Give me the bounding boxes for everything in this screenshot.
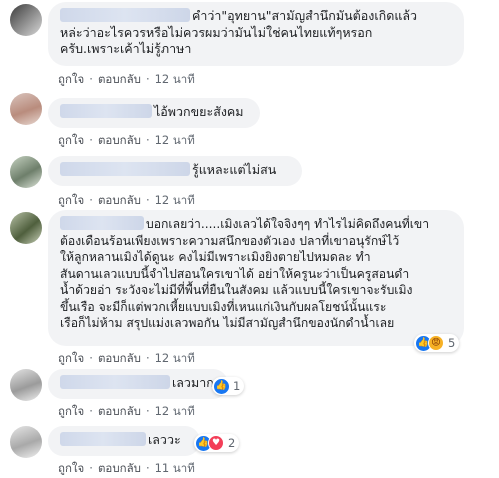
author-name[interactable]	[60, 104, 152, 118]
comment-4: บอกเลยว่า.....เมิงเลวได้ใจจิงๆๆ ทำไรไม่ค…	[0, 208, 499, 365]
avatar[interactable]	[10, 156, 42, 188]
comment-actions: ถูกใจ · ตอบกลับ · 12 นาที	[58, 72, 195, 86]
comment-text-line: น้ำด้วยอ่า ระวังจะไม่มีที่พื้นที่ยืนในสั…	[60, 283, 413, 297]
comment-6: เลววะ 👍 ♥ 2 ถูกใจ · ตอบกลับ · 11 นาที	[0, 420, 499, 477]
author-name[interactable]	[60, 432, 146, 446]
like-link[interactable]: ถูกใจ	[58, 404, 84, 418]
comment-5: เลวมาก 👍 1 ถูกใจ · ตอบกลับ · 12 นาที	[0, 365, 499, 420]
comment-text-line: บอกเลยว่า.....เมิงเลวได้ใจจิงๆๆ ทำไรไม่ค…	[146, 217, 430, 231]
author-name[interactable]	[60, 216, 144, 230]
reaction-summary[interactable]: 👍 1	[212, 377, 245, 395]
like-link[interactable]: ถูกใจ	[58, 461, 84, 475]
comment-actions: ถูกใจ · ตอบกลับ · 11 นาที	[58, 461, 195, 475]
avatar[interactable]	[10, 93, 42, 125]
comment-bubble: บอกเลยว่า.....เมิงเลวได้ใจจิงๆๆ ทำไรไม่ค…	[48, 210, 464, 346]
comment-bubble: เลวมาก	[48, 369, 228, 399]
avatar[interactable]	[10, 212, 42, 244]
like-link[interactable]: ถูกใจ	[58, 133, 84, 147]
comment-text: ไอ้พวกขยะสังคม	[154, 104, 244, 119]
comment-bubble: เลววะ	[48, 426, 200, 456]
reaction-count: 1	[233, 379, 241, 393]
comment-text: เลวมาก	[172, 375, 214, 390]
timestamp[interactable]: 12 นาที	[155, 133, 195, 147]
comment-actions: ถูกใจ · ตอบกลับ · 12 นาที	[58, 404, 195, 418]
avatar[interactable]	[10, 369, 42, 401]
avatar[interactable]	[10, 426, 42, 458]
reply-link[interactable]: ตอบกลับ	[98, 404, 141, 418]
reply-link[interactable]: ตอบกลับ	[98, 351, 141, 365]
comment-1: คำว่า"อุทยาน"สามัญสำนึกมันต้องเกิดแล้ว ห…	[0, 0, 499, 88]
comment-3: รู้แหละแต่ไม่สน ถูกใจ · ตอบกลับ · 12 นาที	[0, 150, 499, 210]
comment-bubble: รู้แหละแต่ไม่สน	[48, 156, 302, 186]
reaction-summary[interactable]: 👍 ♥ 2	[194, 434, 240, 452]
reaction-count: 5	[448, 336, 456, 350]
comment-text-line: ให้ลูกหลานเมิงได้ดูนะ คงไม่มีเพราะเมิงยิ…	[60, 250, 371, 264]
comment-actions: ถูกใจ · ตอบกลับ · 12 นาที	[58, 133, 195, 147]
timestamp[interactable]: 12 นาที	[155, 193, 195, 207]
comment-text-line: ต้องเดือนร้อนเพียงเพราะความสนึกของตัวเอง…	[60, 233, 400, 248]
angry-face-icon: 😡	[428, 335, 444, 351]
comment-text-line: หล่ะว่าอะไรควรหรือไม่ควรผมว่ามันไม่ใช่คน…	[60, 24, 373, 40]
reaction-summary[interactable]: 👍 😡 5	[414, 334, 460, 352]
timestamp[interactable]: 12 นาที	[155, 404, 195, 418]
reply-link[interactable]: ตอบกลับ	[98, 72, 141, 86]
comment-bubble: ไอ้พวกขยะสังคม	[48, 98, 260, 128]
avatar[interactable]	[10, 4, 42, 36]
author-name[interactable]	[60, 162, 190, 176]
heart-icon: ♥	[208, 435, 224, 451]
comment-2: ไอ้พวกขยะสังคม ถูกใจ · ตอบกลับ · 12 นาที	[0, 88, 499, 148]
timestamp[interactable]: 11 นาที	[155, 461, 195, 475]
timestamp[interactable]: 12 นาที	[155, 72, 195, 86]
comment-text-line: คำว่า"อุทยาน"สามัญสำนึกมันต้องเกิดแล้ว	[192, 8, 418, 23]
like-link[interactable]: ถูกใจ	[58, 193, 84, 207]
like-link[interactable]: ถูกใจ	[58, 72, 84, 86]
timestamp[interactable]: 12 นาที	[155, 351, 195, 365]
comment-text-line: ขึ้นเรือ จะมีก็แต่พวกเหี้ยแบบเมิงที่เหนแ…	[60, 299, 387, 314]
comment-text-line: เรือก็ไม่ห้าม สรุปแม่งเลวพอกัน ไม่มีสามั…	[60, 316, 395, 330]
comment-text: รู้แหละแต่ไม่สน	[192, 162, 277, 177]
thumbs-up-icon: 👍	[214, 378, 229, 394]
author-name[interactable]	[60, 375, 170, 389]
comment-text-line: ครับ.เพราะเค้าไม่รู้ภาษา	[60, 41, 192, 56]
comment-text: เลววะ	[148, 432, 181, 447]
like-link[interactable]: ถูกใจ	[58, 351, 84, 365]
author-name[interactable]	[60, 8, 190, 22]
reply-link[interactable]: ตอบกลับ	[98, 193, 141, 207]
reply-link[interactable]: ตอบกลับ	[98, 133, 141, 147]
comment-text-line: สันดานเลวแบบนี้จำไปสอนใครเขาได้ อย่าให้ค…	[60, 266, 410, 281]
reaction-count: 2	[228, 436, 236, 450]
reply-link[interactable]: ตอบกลับ	[98, 461, 141, 475]
comment-bubble: คำว่า"อุทยาน"สามัญสำนึกมันต้องเกิดแล้ว ห…	[48, 2, 464, 66]
